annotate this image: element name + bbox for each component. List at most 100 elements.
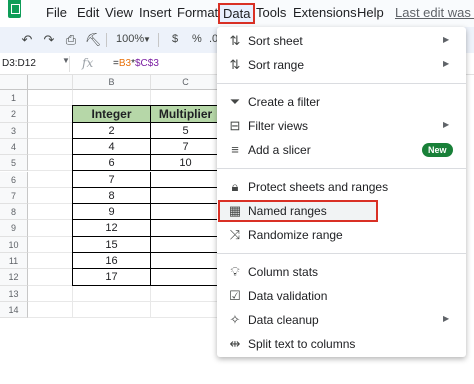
zoom-select[interactable]: 100% — [116, 33, 144, 45]
name-box[interactable]: D3:D12 — [0, 56, 70, 72]
row-header[interactable]: 14 — [0, 301, 28, 319]
cell[interactable] — [28, 138, 73, 156]
cell-c13[interactable] — [151, 285, 221, 302]
cell-b8[interactable]: 9 — [73, 204, 151, 221]
menu-item-filter-views[interactable]: ⊟ Filter views ▶ — [217, 114, 466, 138]
row-header[interactable]: 13 — [0, 285, 28, 302]
row-header[interactable]: 6 — [0, 171, 28, 188]
row-header[interactable]: 5 — [0, 155, 28, 172]
cell-b6[interactable]: 7 — [73, 171, 151, 188]
menu-item-column-stats[interactable]: 💡︎ Column stats — [217, 260, 466, 284]
sheets-logo-icon[interactable] — [0, 0, 30, 27]
cell[interactable] — [28, 285, 73, 302]
menu-data[interactable]: Data — [218, 3, 256, 24]
cell-c8[interactable] — [151, 204, 221, 221]
cell[interactable] — [28, 236, 73, 253]
row-header[interactable]: 10 — [0, 236, 28, 253]
percent-format-button[interactable]: % — [192, 33, 202, 45]
cell[interactable] — [28, 253, 73, 270]
row-header[interactable]: 11 — [0, 253, 28, 270]
cell-c1[interactable] — [151, 90, 221, 107]
cell[interactable] — [28, 171, 73, 188]
row-header[interactable]: 4 — [0, 138, 28, 156]
cell[interactable] — [28, 155, 73, 172]
cell-c10[interactable] — [151, 236, 221, 253]
menu-item-add-slicer[interactable]: ≡ Add a slicer New — [217, 138, 466, 162]
menu-extensions[interactable]: Extensions — [293, 5, 357, 20]
undo-icon[interactable]: ↶ — [18, 31, 36, 49]
menu-item-sort-range[interactable]: ⇅ Sort range ▶ — [217, 53, 466, 77]
cell-b11[interactable]: 16 — [73, 253, 151, 270]
cell-b10[interactable]: 15 — [73, 236, 151, 253]
row-header[interactable]: 7 — [0, 187, 28, 205]
row-header[interactable]: 1 — [0, 90, 28, 107]
menu-item-randomize-range[interactable]: ⤨ Randomize range — [217, 223, 466, 247]
cell[interactable] — [28, 301, 73, 319]
cell-c3[interactable]: 5 — [151, 122, 221, 139]
row-header[interactable]: 3 — [0, 122, 28, 139]
cell-b7[interactable]: 8 — [73, 187, 151, 205]
column-header-b[interactable]: B — [73, 75, 151, 90]
cell[interactable] — [28, 204, 73, 221]
cell-c9[interactable] — [151, 220, 221, 237]
lock-icon: 🔒︎ — [231, 179, 239, 194]
cell[interactable] — [28, 106, 73, 123]
cell-b14[interactable] — [73, 301, 151, 319]
paint-format-icon[interactable]: ⛏ — [84, 31, 102, 49]
currency-format-button[interactable]: $ — [172, 33, 178, 45]
menu-view[interactable]: View — [105, 5, 133, 20]
cell-c11[interactable] — [151, 253, 221, 270]
menu-item-data-validation[interactable]: ☑ Data validation — [217, 284, 466, 308]
cell-c6[interactable] — [151, 171, 221, 188]
menu-file[interactable]: File — [46, 5, 67, 20]
cell-c4[interactable]: 7 — [151, 138, 221, 156]
chevron-down-icon[interactable]: ▼ — [62, 56, 70, 65]
cell-b1[interactable] — [73, 90, 151, 107]
cell[interactable] — [28, 187, 73, 205]
cell-b4[interactable]: 4 — [73, 138, 151, 156]
cell-b3[interactable]: 2 — [73, 122, 151, 139]
menu-item-create-filter[interactable]: ⏷ Create a filter — [217, 90, 466, 114]
menu-tools[interactable]: Tools — [256, 5, 286, 20]
chevron-down-icon[interactable]: ▼ — [143, 35, 151, 44]
cell[interactable] — [28, 269, 73, 286]
cell-b12[interactable]: 17 — [73, 269, 151, 286]
row-header[interactable]: 12 — [0, 269, 28, 286]
menu-format[interactable]: Format — [177, 5, 218, 20]
cell-c12[interactable] — [151, 269, 221, 286]
toolbar-divider — [106, 33, 107, 47]
menu-item-protect-sheets[interactable]: 🔒︎ Protect sheets and ranges — [217, 175, 466, 199]
cell-c7[interactable] — [151, 187, 221, 205]
cell-b13[interactable] — [73, 285, 151, 302]
cell-b5[interactable]: 6 — [73, 155, 151, 172]
last-edit-link[interactable]: Last edit was se — [395, 5, 474, 20]
column-header-a[interactable] — [28, 75, 73, 90]
row-header[interactable]: 9 — [0, 220, 28, 237]
cell[interactable] — [28, 220, 73, 237]
menu-insert[interactable]: Insert — [139, 5, 172, 20]
cell[interactable] — [28, 90, 73, 107]
menu-item-data-cleanup[interactable]: ✧ Data cleanup ▶ — [217, 308, 466, 332]
cell[interactable] — [28, 122, 73, 139]
row-header[interactable]: 2 — [0, 106, 28, 123]
menu-item-sort-sheet[interactable]: ⇅ Sort sheet ▶ — [217, 29, 466, 53]
cell-b9[interactable]: 12 — [73, 220, 151, 237]
cell-c5[interactable]: 10 — [151, 155, 221, 172]
menu-item-split-text[interactable]: ⇹ Split text to columns — [217, 332, 466, 356]
shuffle-icon: ⤨ — [229, 227, 241, 242]
select-all-corner[interactable] — [0, 75, 28, 90]
menu-help[interactable]: Help — [357, 5, 384, 20]
formula-input[interactable]: =B3*$C$3 — [113, 58, 159, 69]
menu-item-label: Data validation — [248, 289, 328, 303]
column-header-c[interactable]: C — [151, 75, 221, 90]
redo-icon[interactable]: ↷ — [40, 31, 58, 49]
print-icon[interactable]: ⎙ — [62, 31, 80, 49]
submenu-arrow-icon: ▶ — [443, 120, 450, 129]
toolbar-divider — [158, 33, 159, 47]
cell-c14[interactable] — [151, 301, 221, 319]
row-header[interactable]: 8 — [0, 204, 28, 221]
cell-b2[interactable]: Integer — [73, 106, 151, 123]
cell-c2[interactable]: Multiplier — [151, 106, 221, 123]
menu-edit[interactable]: Edit — [77, 5, 99, 20]
menu-item-named-ranges[interactable]: ▦ Named ranges — [217, 199, 466, 223]
